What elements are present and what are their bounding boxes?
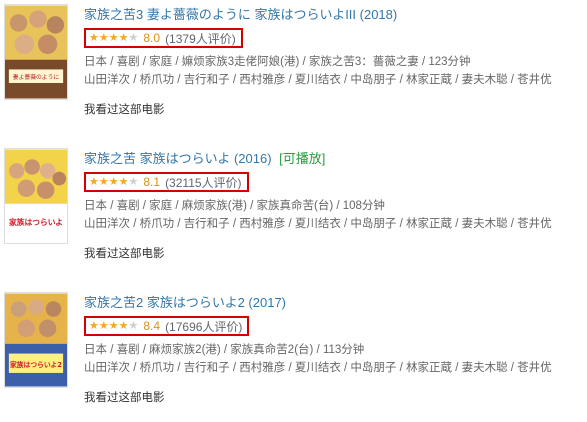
movie-result-item: 家族はつらいよ2 家族之苦2 家族はつらいよ2 (2017) ★ ★ ★ ★ ★ 8.4…: [0, 292, 587, 422]
playable-link[interactable]: [可播放]: [279, 151, 325, 166]
star-icon: ★: [89, 31, 99, 44]
poster-caption: 家族はつらいよ: [9, 217, 63, 227]
movie-result-item: 家族はつらいよ 家族之苦 家族はつらいよ (2016) [可播放] ★ ★ ★ ★ ★ …: [0, 148, 587, 278]
poster-image: 家族はつらいよ: [5, 149, 67, 243]
movie-poster[interactable]: 家族はつらいよ: [4, 148, 68, 244]
star-icon: ★: [108, 31, 119, 44]
poster-caption: 家族はつらいよ2: [10, 360, 62, 369]
star-icon: ★: [89, 319, 99, 332]
movie-title-link[interactable]: 家族之苦3 妻よ薔薇のように 家族はつらいよIII (2018): [84, 7, 397, 22]
rating-score: 8.4: [143, 319, 161, 333]
rating-highlight-box: ★ ★ ★ ★ ★ 8.1 (32115人评价): [84, 172, 249, 192]
rating-score: 8.1: [143, 175, 161, 189]
seen-movie-link[interactable]: 我看过这部电影: [84, 245, 587, 263]
star-rating: ★ ★ ★ ★ ★: [89, 319, 139, 332]
movie-title-line: 家族之苦 家族はつらいよ (2016) [可播放]: [84, 148, 587, 170]
star-icon: ★: [118, 319, 129, 332]
movie-info: 家族之苦2 家族はつらいよ2 (2017) ★ ★ ★ ★ ★ 8.4 (17696人评…: [84, 292, 587, 407]
star-empty-icon: ★: [128, 319, 139, 332]
seen-movie-link[interactable]: 我看过这部电影: [84, 101, 587, 119]
movie-title-link[interactable]: 家族之苦2 家族はつらいよ2 (2017): [84, 295, 286, 310]
movie-meta: 日本 / 喜剧 / 麻烦家族2(港) / 家族真命苦2(台) / 113分钟: [84, 344, 365, 356]
star-icon: ★: [118, 175, 129, 188]
seen-movie-link[interactable]: 我看过这部电影: [84, 389, 587, 407]
star-icon: ★: [98, 319, 109, 332]
poster-image: 家族はつらいよ2: [5, 293, 67, 387]
movie-result-item: 妻よ薔薇のように 家族之苦3 妻よ薔薇のように 家族はつらいよIII (2018…: [0, 4, 587, 134]
movie-title-line: 家族之苦3 妻よ薔薇のように 家族はつらいよIII (2018): [84, 4, 587, 26]
movie-meta: 日本 / 喜剧 / 家庭 / 嫲烦家族3走佬阿娘(港) / 家族之苦3：薔薇之妻…: [84, 56, 471, 68]
rating-highlight-box: ★ ★ ★ ★ ★ 8.0 (1379人评价): [84, 28, 243, 48]
star-icon: ★: [118, 31, 129, 44]
star-rating: ★ ★ ★ ★ ★: [89, 31, 139, 44]
movie-cast: 山田洋次 / 桥爪功 / 吉行和子 / 西村雅彦 / 夏川结衣 / 中岛朋子 /…: [84, 218, 552, 230]
star-icon: ★: [98, 31, 109, 44]
movie-poster[interactable]: 妻よ薔薇のように: [4, 4, 68, 100]
rating-highlight-box: ★ ★ ★ ★ ★ 8.4 (17696人评价): [84, 316, 250, 336]
rating-count: (32115人评价): [165, 175, 242, 190]
movie-info: 家族之苦 家族はつらいよ (2016) [可播放] ★ ★ ★ ★ ★ 8.1 (321…: [84, 148, 587, 263]
rating-count: (17696人评价): [165, 319, 243, 334]
rating-count: (1379人评价): [165, 31, 236, 46]
poster-caption: 妻よ薔薇のように: [13, 73, 60, 81]
movie-title-link[interactable]: 家族之苦 家族はつらいよ (2016): [84, 151, 272, 166]
star-icon: ★: [108, 175, 119, 188]
star-empty-icon: ★: [128, 175, 139, 188]
movie-cast: 山田洋次 / 桥爪功 / 吉行和子 / 西村雅彦 / 夏川结衣 / 中岛朋子 /…: [84, 74, 552, 86]
star-icon: ★: [89, 175, 99, 188]
star-icon: ★: [98, 175, 109, 188]
movie-results-list: 妻よ薔薇のように 家族之苦3 妻よ薔薇のように 家族はつらいよIII (2018…: [0, 0, 587, 416]
movie-info: 家族之苦3 妻よ薔薇のように 家族はつらいよIII (2018) ★ ★ ★ ★ ★ 8…: [84, 4, 587, 119]
movie-poster[interactable]: 家族はつらいよ2: [4, 292, 68, 388]
star-icon: ★: [108, 319, 119, 332]
poster-image: 妻よ薔薇のように: [5, 5, 67, 99]
movie-meta: 日本 / 喜剧 / 家庭 / 麻烦家族(港) / 家族真命苦(台) / 108分…: [84, 200, 385, 212]
movie-cast: 山田洋次 / 桥爪功 / 吉行和子 / 西村雅彦 / 夏川结衣 / 中岛朋子 /…: [84, 362, 552, 374]
movie-title-line: 家族之苦2 家族はつらいよ2 (2017): [84, 292, 587, 314]
rating-score: 8.0: [143, 31, 161, 45]
star-rating: ★ ★ ★ ★ ★: [89, 175, 139, 188]
star-empty-icon: ★: [128, 31, 139, 44]
